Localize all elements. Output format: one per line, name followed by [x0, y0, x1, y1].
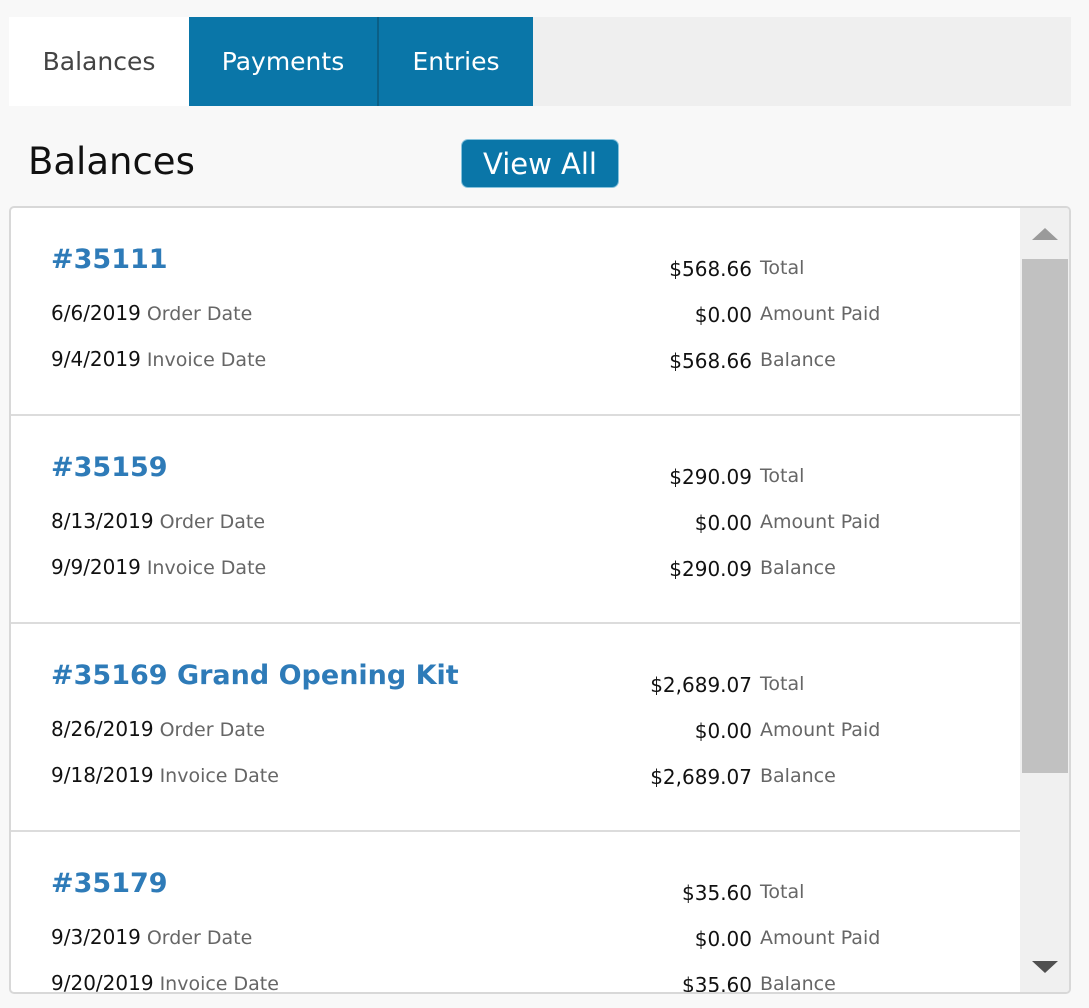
invoice-date-row: 9/9/2019 Invoice Date [51, 555, 266, 579]
amount-paid-value: $0.00 [694, 303, 752, 327]
total-label: Total [760, 881, 805, 903]
list-item: #35179 9/3/2019 Order Date 9/20/2019 Invoi… [11, 832, 1020, 994]
invoice-date-label: Invoice Date [159, 973, 279, 994]
amount-paid-value: $0.00 [694, 511, 752, 535]
tab-bar: Balances Payments Entries [9, 17, 1071, 106]
order-date-label: Order Date [159, 511, 266, 533]
amount-paid-row: $0.00 Amount Paid [511, 927, 889, 951]
invoice-date-label: Invoice Date [146, 557, 267, 579]
order-date-row: 8/13/2019 Order Date [51, 509, 265, 533]
order-link[interactable]: #35169 Grand Opening Kit [51, 660, 459, 691]
balance-value: $35.60 [682, 973, 752, 994]
invoice-date-row: 9/4/2019 Invoice Date [51, 347, 266, 371]
scrollbar-thumb[interactable] [1022, 259, 1068, 773]
total-row: $290.09 Total [511, 465, 889, 489]
total-value: $2,689.07 [650, 673, 752, 697]
tab-balances[interactable]: Balances [9, 17, 189, 106]
amount-paid-row: $0.00 Amount Paid [511, 511, 889, 535]
balance-value: $290.09 [669, 557, 752, 581]
amount-paid-label: Amount Paid [760, 511, 881, 533]
total-value: $290.09 [669, 465, 752, 489]
order-date-label: Order Date [146, 303, 253, 325]
invoice-date-label: Invoice Date [146, 349, 267, 371]
total-row: $568.66 Total [511, 257, 889, 281]
invoice-date-value: 9/20/2019 [51, 971, 154, 994]
balance-label: Balance [760, 973, 836, 994]
amount-paid-value: $0.00 [694, 927, 752, 951]
total-row: $2,689.07 Total [511, 673, 889, 697]
order-date-label: Order Date [146, 927, 253, 949]
order-link[interactable]: #35111 [51, 244, 168, 275]
balance-row: $290.09 Balance [511, 557, 889, 581]
balance-label: Balance [760, 557, 836, 579]
total-label: Total [760, 257, 805, 279]
invoice-date-row: 9/18/2019 Invoice Date [51, 763, 279, 787]
amount-paid-row: $0.00 Amount Paid [511, 303, 889, 327]
invoice-date-value: 9/18/2019 [51, 763, 154, 787]
scroll-down-arrow-icon[interactable] [1032, 961, 1058, 973]
balances-list: #35111 6/6/2019 Order Date 9/4/2019 Invoic… [11, 208, 1020, 994]
invoice-date-row: 9/20/2019 Invoice Date [51, 971, 279, 994]
balance-row: $2,689.07 Balance [511, 765, 889, 789]
amount-paid-label: Amount Paid [760, 303, 881, 325]
order-date-row: 8/26/2019 Order Date [51, 717, 265, 741]
invoice-date-label: Invoice Date [159, 765, 279, 787]
order-date-value: 9/3/2019 [51, 925, 141, 949]
order-date-value: 8/13/2019 [51, 509, 154, 533]
list-item: #35159 8/13/2019 Order Date 9/9/2019 Invoi… [11, 416, 1020, 624]
total-row: $35.60 Total [511, 881, 889, 905]
amount-paid-label: Amount Paid [760, 927, 881, 949]
amount-paid-label: Amount Paid [760, 719, 881, 741]
balance-row: $568.66 Balance [511, 349, 889, 373]
invoice-date-value: 9/9/2019 [51, 555, 141, 579]
total-value: $568.66 [669, 257, 752, 281]
tab-payments[interactable]: Payments [189, 17, 379, 106]
amount-paid-value: $0.00 [694, 719, 752, 743]
view-all-button[interactable]: View All [461, 139, 619, 188]
order-date-value: 8/26/2019 [51, 717, 154, 741]
balance-row: $35.60 Balance [511, 973, 889, 994]
total-label: Total [760, 465, 805, 487]
list-item: #35111 6/6/2019 Order Date 9/4/2019 Invoic… [11, 208, 1020, 416]
amount-paid-row: $0.00 Amount Paid [511, 719, 889, 743]
order-date-label: Order Date [159, 719, 266, 741]
scroll-up-arrow-icon[interactable] [1032, 228, 1058, 240]
balance-value: $568.66 [669, 349, 752, 373]
order-link[interactable]: #35179 [51, 868, 168, 899]
tab-entries[interactable]: Entries [379, 17, 533, 106]
order-date-row: 9/3/2019 Order Date [51, 925, 252, 949]
section-title: Balances [28, 140, 195, 183]
balance-label: Balance [760, 349, 836, 371]
order-date-value: 6/6/2019 [51, 301, 141, 325]
total-label: Total [760, 673, 805, 695]
order-date-row: 6/6/2019 Order Date [51, 301, 252, 325]
vertical-scrollbar[interactable] [1020, 208, 1069, 992]
balances-panel: #35111 6/6/2019 Order Date 9/4/2019 Invoic… [9, 206, 1071, 994]
balance-value: $2,689.07 [650, 765, 752, 789]
total-value: $35.60 [682, 881, 752, 905]
list-item: #35169 Grand Opening Kit 8/26/2019 Order … [11, 624, 1020, 832]
order-link[interactable]: #35159 [51, 452, 168, 483]
invoice-date-value: 9/4/2019 [51, 347, 141, 371]
balance-label: Balance [760, 765, 836, 787]
